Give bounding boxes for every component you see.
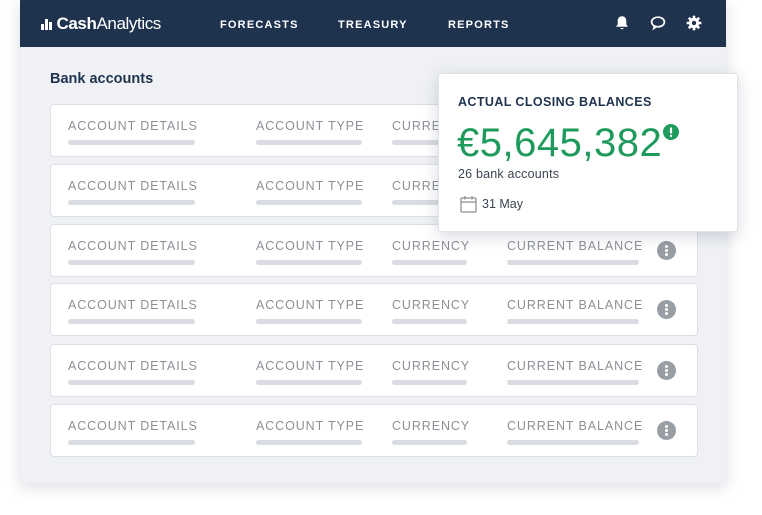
- currency-cell: CURRENCY: [392, 418, 470, 445]
- account-type-label: ACCOUNT TYPE: [256, 359, 365, 373]
- account-type-cell: ACCOUNT TYPE: [256, 297, 364, 324]
- bar-chart-logo-icon: [41, 18, 52, 30]
- current-balance-cell: CURRENT BALANCE: [507, 358, 643, 385]
- card-title: ACTUAL CLOSING BALANCES: [458, 95, 652, 109]
- current-balance-label: CURRENT BALANCE: [507, 359, 644, 373]
- nav-treasury[interactable]: TREASURY: [338, 19, 408, 31]
- current-balance-label: CURRENT BALANCE: [507, 419, 644, 433]
- placeholder-bar: [392, 380, 467, 385]
- account-type-label: ACCOUNT TYPE: [256, 179, 365, 193]
- account-details-cell: ACCOUNT DETAILS: [68, 358, 198, 385]
- brand-name: CashAnalytics: [56, 14, 162, 34]
- placeholder-bar: [256, 140, 362, 145]
- placeholder-bar: [68, 200, 195, 205]
- account-details-label: ACCOUNT DETAILS: [68, 298, 198, 312]
- account-details-cell: ACCOUNT DETAILS: [68, 297, 198, 324]
- currency-cell: CURRENCY: [392, 358, 470, 385]
- account-details-label: ACCOUNT DETAILS: [68, 119, 198, 133]
- closing-balance-amount: €5,645,382: [457, 121, 663, 165]
- account-type-label: ACCOUNT TYPE: [256, 419, 365, 433]
- placeholder-bar: [68, 380, 195, 385]
- currency-cell: CURRENCY: [392, 238, 470, 265]
- placeholder-bar: [392, 319, 467, 324]
- placeholder-bar: [256, 319, 362, 324]
- nav-forecasts[interactable]: FORECASTS: [220, 19, 299, 31]
- account-details-cell: ACCOUNT DETAILS: [68, 418, 198, 445]
- alert-icon[interactable]: [663, 124, 679, 140]
- account-details-cell: ACCOUNT DETAILS: [68, 238, 198, 265]
- chat-icon[interactable]: [649, 14, 667, 32]
- account-type-cell: ACCOUNT TYPE: [256, 418, 364, 445]
- currency-label: CURRENCY: [392, 419, 471, 433]
- placeholder-bar: [256, 440, 362, 445]
- account-details-cell: ACCOUNT DETAILS: [68, 118, 198, 145]
- placeholder-bar: [507, 319, 639, 324]
- account-type-label: ACCOUNT TYPE: [256, 239, 365, 253]
- row-more-options-icon[interactable]: [657, 421, 676, 440]
- bank-account-row[interactable]: ACCOUNT DETAILS ACCOUNT TYPE CURRENCY CU…: [50, 344, 698, 397]
- account-details-label: ACCOUNT DETAILS: [68, 179, 198, 193]
- placeholder-bar: [68, 319, 195, 324]
- current-balance-cell: CURRENT BALANCE: [507, 297, 643, 324]
- currency-label: CURRENCY: [392, 298, 471, 312]
- balance-date-label: 31 May: [482, 197, 523, 211]
- calendar-icon: [460, 196, 477, 213]
- account-type-cell: ACCOUNT TYPE: [256, 178, 364, 205]
- bank-account-row[interactable]: ACCOUNT DETAILS ACCOUNT TYPE CURRENCY CU…: [50, 283, 698, 336]
- account-type-cell: ACCOUNT TYPE: [256, 358, 364, 385]
- current-balance-label: CURRENT BALANCE: [507, 239, 644, 253]
- account-type-label: ACCOUNT TYPE: [256, 119, 365, 133]
- account-details-label: ACCOUNT DETAILS: [68, 359, 198, 373]
- account-type-label: ACCOUNT TYPE: [256, 298, 365, 312]
- page-title: Bank accounts: [50, 71, 154, 87]
- placeholder-bar: [68, 140, 195, 145]
- account-type-cell: ACCOUNT TYPE: [256, 238, 364, 265]
- current-balance-cell: CURRENT BALANCE: [507, 418, 643, 445]
- top-navigation-bar: CashAnalytics FORECASTS TREASURY REPORTS: [20, 0, 726, 47]
- bank-account-row[interactable]: ACCOUNT DETAILS ACCOUNT TYPE CURRENCY CU…: [50, 404, 698, 457]
- bank-account-count: 26 bank accounts: [458, 167, 560, 181]
- currency-cell: CURRENCY: [392, 297, 470, 324]
- placeholder-bar: [256, 260, 362, 265]
- placeholder-bar: [256, 380, 362, 385]
- placeholder-bar: [507, 260, 639, 265]
- placeholder-bar: [392, 260, 467, 265]
- brand-name-suffix: Analytics: [96, 14, 161, 33]
- account-details-label: ACCOUNT DETAILS: [68, 239, 198, 253]
- bell-icon[interactable]: [613, 14, 631, 32]
- closing-balance-card: ACTUAL CLOSING BALANCES €5,645,382 26 ba…: [438, 73, 738, 232]
- balance-date: 31 May: [460, 195, 523, 213]
- brand-name-prefix: Cash: [56, 14, 97, 33]
- row-more-options-icon[interactable]: [657, 241, 676, 260]
- brand-logo[interactable]: CashAnalytics: [41, 13, 161, 35]
- account-details-cell: ACCOUNT DETAILS: [68, 178, 198, 205]
- account-details-label: ACCOUNT DETAILS: [68, 419, 198, 433]
- placeholder-bar: [256, 200, 362, 205]
- account-type-cell: ACCOUNT TYPE: [256, 118, 364, 145]
- row-more-options-icon[interactable]: [657, 300, 676, 319]
- current-balance-cell: CURRENT BALANCE: [507, 238, 643, 265]
- placeholder-bar: [507, 440, 639, 445]
- currency-label: CURRENCY: [392, 239, 471, 253]
- placeholder-bar: [68, 440, 195, 445]
- current-balance-label: CURRENT BALANCE: [507, 298, 644, 312]
- nav-reports[interactable]: REPORTS: [448, 19, 510, 31]
- row-more-options-icon[interactable]: [657, 361, 676, 380]
- currency-label: CURRENCY: [392, 359, 471, 373]
- placeholder-bar: [392, 440, 467, 445]
- gear-icon[interactable]: [685, 14, 703, 32]
- placeholder-bar: [68, 260, 195, 265]
- placeholder-bar: [507, 380, 639, 385]
